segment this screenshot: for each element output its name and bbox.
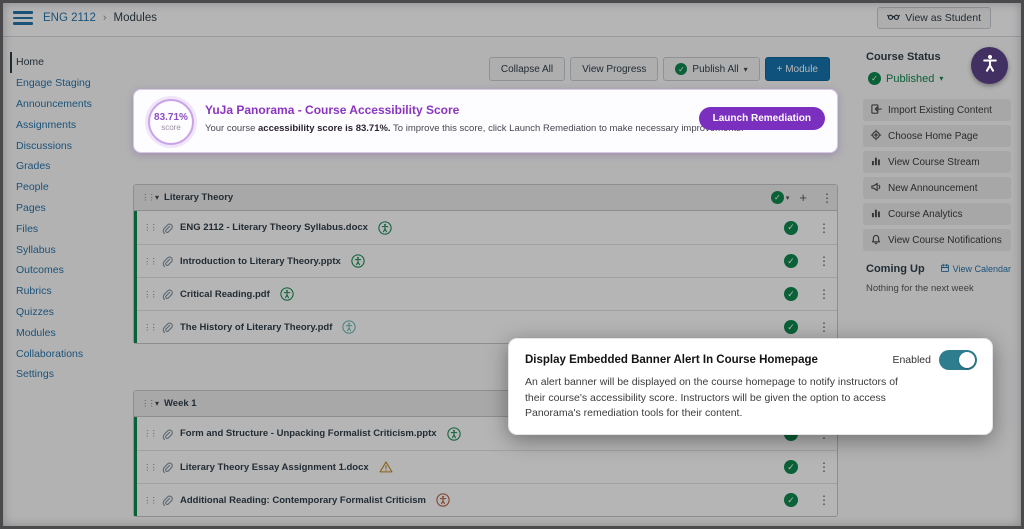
score-value: 83.71% (154, 112, 188, 123)
toggle-state-label: Enabled (892, 354, 931, 366)
launch-remediation-button[interactable]: Launch Remediation (699, 107, 825, 130)
dim-overlay (0, 0, 1024, 529)
accessibility-widget-button[interactable] (971, 47, 1008, 84)
accessibility-score-badge: 83.71% score (148, 99, 194, 145)
popup-body-text: An alert banner will be displayed on the… (525, 375, 907, 422)
canvas-modules-page: ENG 2112 › Modules View as Student HomeE… (0, 0, 1024, 529)
toggle-knob (959, 352, 975, 368)
banner-title: YuJa Panorama - Course Accessibility Sco… (205, 103, 459, 117)
accessibility-score-banner: 83.71% score YuJa Panorama - Course Acce… (133, 89, 838, 153)
banner-alert-toggle[interactable] (939, 350, 977, 370)
banner-alert-setting-popup: Display Embedded Banner Alert In Course … (508, 338, 993, 435)
banner-description: Your course accessibility score is 83.71… (205, 123, 744, 134)
accessibility-person-icon (979, 52, 1001, 79)
score-unit: score (161, 123, 181, 132)
popup-title: Display Embedded Banner Alert In Course … (525, 354, 818, 366)
